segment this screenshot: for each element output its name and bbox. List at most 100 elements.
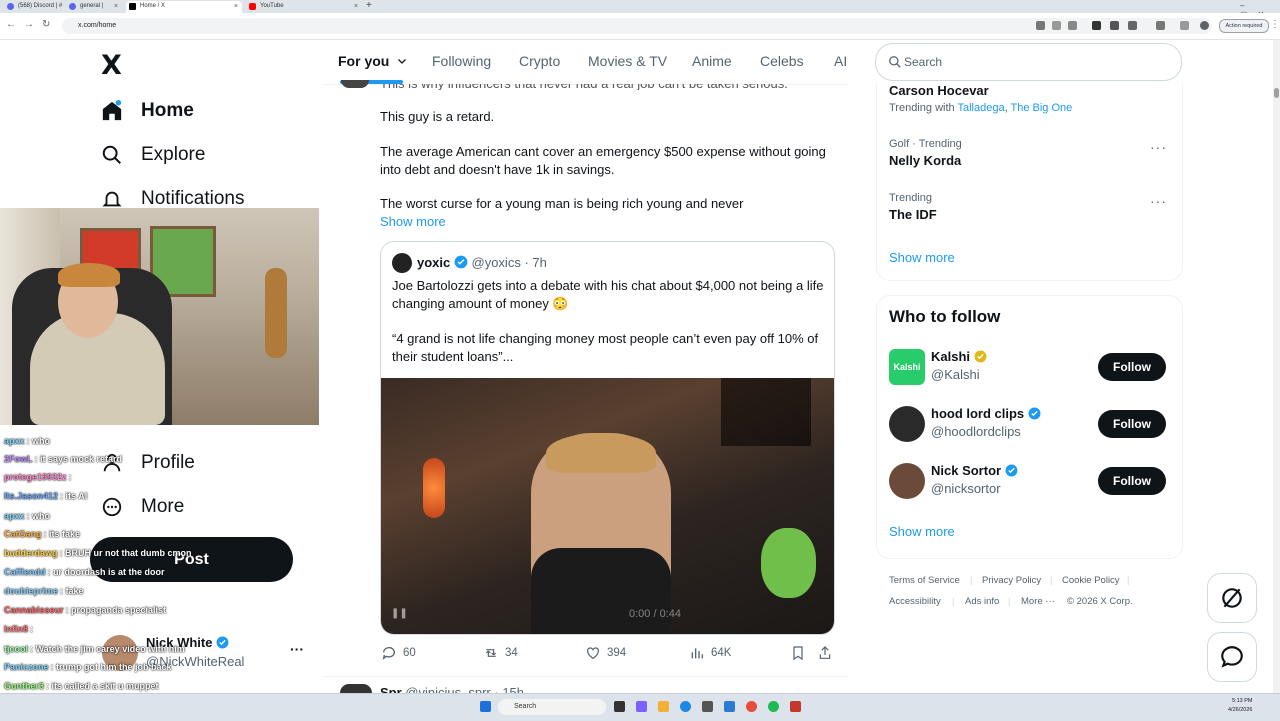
- tab-crypto[interactable]: Crypto: [519, 53, 560, 69]
- wtf-show-more-link[interactable]: Show more: [889, 524, 955, 539]
- forward-icon[interactable]: →: [24, 19, 34, 30]
- sidepanel-icon[interactable]: [1156, 21, 1165, 30]
- grok-button[interactable]: [1207, 573, 1257, 623]
- reply-button[interactable]: 60: [381, 645, 416, 661]
- search-field[interactable]: Search: [875, 43, 1182, 81]
- retweet-button[interactable]: 34: [483, 645, 518, 661]
- lava-lamp: [423, 458, 445, 518]
- reload-icon[interactable]: ↻: [42, 19, 50, 30]
- task-view-icon[interactable]: [614, 701, 625, 712]
- browser-tab-active[interactable]: Home / X ×: [126, 1, 242, 13]
- suggestion-handle: @hoodlordclips: [931, 424, 1021, 439]
- x-logo[interactable]: X: [101, 50, 122, 81]
- page-scrollbar[interactable]: [1273, 40, 1280, 693]
- edge-icon[interactable]: [680, 701, 691, 712]
- app-icon[interactable]: [636, 701, 647, 712]
- trend-item[interactable]: Golf · Trending Nelly Korda: [889, 138, 962, 168]
- tab-anime[interactable]: Anime: [692, 53, 732, 69]
- follow-button[interactable]: Follow: [1098, 467, 1166, 495]
- footer-link[interactable]: Accessibility: [889, 596, 941, 607]
- clock-time: 5:13 PM: [1231, 698, 1253, 704]
- follow-button[interactable]: Follow: [1098, 410, 1166, 438]
- like-count: 394: [607, 647, 627, 659]
- messages-button[interactable]: [1207, 632, 1257, 682]
- trend-link[interactable]: The Big One: [1011, 102, 1073, 114]
- clock-date: 4/26/2026: [1228, 707, 1253, 713]
- footer-link[interactable]: Privacy Policy: [982, 575, 1041, 586]
- close-icon[interactable]: ×: [354, 1, 358, 12]
- menu-icon[interactable]: ⋮: [1270, 19, 1280, 30]
- trend-link[interactable]: Talladega: [957, 102, 1004, 114]
- chat-username: CatGang: [4, 529, 42, 539]
- footer-link[interactable]: Terms of Service: [889, 575, 960, 586]
- tab-movies-tv[interactable]: Movies & TV: [588, 53, 667, 69]
- discord-icon: [7, 3, 14, 10]
- views-button[interactable]: 64K: [689, 645, 731, 661]
- trend-item[interactable]: Carson Hocevar Trending with Talladega, …: [889, 83, 1072, 114]
- nav-explore[interactable]: Explore: [100, 140, 205, 170]
- scrollbar-thumb[interactable]: [1274, 88, 1279, 98]
- follow-button[interactable]: Follow: [1098, 353, 1166, 381]
- quote-tweet[interactable]: yoxic @yoxics · 7h Joe Bartolozzi gets i…: [380, 241, 835, 635]
- footer-link[interactable]: Cookie Policy: [1062, 575, 1120, 586]
- show-more-link[interactable]: Show more: [380, 213, 446, 231]
- trends-show-more-link[interactable]: Show more: [889, 250, 955, 265]
- app-icon[interactable]: [702, 701, 713, 712]
- extension-icon[interactable]: [1036, 21, 1045, 30]
- tab-for-you[interactable]: For you: [338, 53, 408, 69]
- chat-text: : propaganda specialist: [65, 605, 167, 615]
- copyright: © 2026 X Corp.: [1067, 596, 1133, 607]
- trend-meta: Golf · Trending: [889, 138, 962, 150]
- more-dots-icon[interactable]: ···: [1150, 193, 1167, 209]
- pause-icon[interactable]: ❚❚: [391, 608, 408, 619]
- bookmark-button[interactable]: [790, 645, 812, 661]
- windows-start-icon[interactable]: [480, 701, 491, 712]
- app-icon[interactable]: [724, 701, 735, 712]
- chat-text: : its called a skit u muppet: [46, 681, 159, 691]
- action-required-button[interactable]: Action required: [1219, 19, 1269, 33]
- new-tab-button[interactable]: +: [366, 0, 372, 11]
- more-dots-icon[interactable]: ···: [1150, 139, 1167, 155]
- suggestion-name-text: Kalshi: [931, 349, 971, 364]
- tab-celebs[interactable]: Celebs: [760, 53, 804, 69]
- chat-text: : who: [26, 511, 51, 521]
- video-player[interactable]: ❚❚ 0:00 / 0:44: [381, 378, 834, 634]
- view-count: 64K: [711, 647, 732, 659]
- download-icon[interactable]: [1180, 21, 1189, 30]
- back-icon[interactable]: ←: [6, 19, 16, 30]
- browser-tab-strip: (568) Discord | # × general | Home / X ×…: [0, 0, 1280, 19]
- close-icon[interactable]: ×: [234, 1, 238, 12]
- tab-following[interactable]: Following: [432, 53, 491, 69]
- search-placeholder: Search: [904, 55, 943, 69]
- share-button[interactable]: [817, 645, 839, 661]
- taskbar-search[interactable]: Search: [498, 699, 606, 715]
- extension-icon[interactable]: [1110, 21, 1119, 30]
- nav-home[interactable]: Home: [100, 96, 194, 126]
- chrome-icon[interactable]: [746, 701, 757, 712]
- trend-item[interactable]: Trending The IDF: [889, 192, 937, 222]
- browser-tab[interactable]: general |: [66, 1, 124, 13]
- extension-icon[interactable]: [1092, 21, 1101, 30]
- footer-link[interactable]: More ···: [1021, 596, 1055, 607]
- spotify-icon[interactable]: [768, 701, 779, 712]
- profile-icon[interactable]: [1200, 21, 1209, 30]
- grok-icon: [1222, 588, 1242, 608]
- tab-ai[interactable]: AI: [834, 53, 847, 69]
- tweet-text: The average American cant cover an emerg…: [380, 144, 826, 177]
- chat-text: : its fake: [43, 529, 81, 539]
- trend-context: Trending with Talladega, The Big One: [889, 102, 1073, 114]
- app-icon[interactable]: [790, 701, 801, 712]
- chat-username: 2FowL: [4, 454, 33, 464]
- chat-message: apxx: who: [4, 511, 50, 521]
- video-figure: [761, 528, 816, 598]
- extension-icon[interactable]: [1128, 21, 1137, 30]
- zoom-icon[interactable]: [1052, 21, 1061, 30]
- taskbar-clock[interactable]: 5:13 PM 4/26/2026: [1228, 697, 1252, 715]
- browser-tab[interactable]: YouTube ×: [246, 1, 362, 13]
- like-button[interactable]: 394: [585, 645, 626, 661]
- footer-link[interactable]: Ads info: [965, 596, 999, 607]
- bookmark-star-icon[interactable]: [1068, 21, 1077, 30]
- chat-text: : fake: [60, 586, 84, 596]
- file-explorer-icon[interactable]: [658, 701, 669, 712]
- author-name: Spr: [380, 685, 402, 693]
